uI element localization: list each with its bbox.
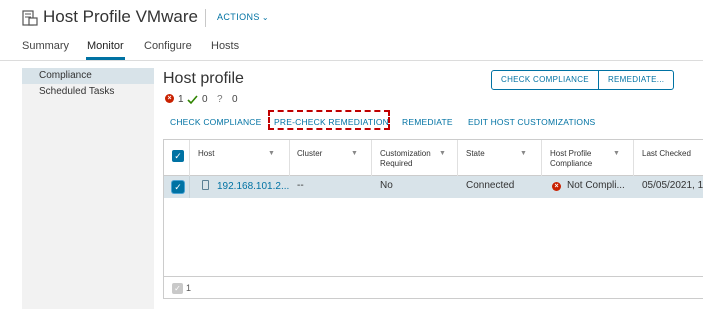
tab-divider	[0, 60, 703, 61]
filter-icon[interactable]: ▼	[268, 150, 275, 157]
column-header-last-checked[interactable]: Last Checked	[642, 140, 703, 176]
selection-checkbox-icon: ✓	[172, 283, 183, 294]
selection-count: 1	[186, 283, 192, 293]
table-row[interactable]: ✓ 192.168.101.2... -- No Connected × Not …	[164, 176, 703, 198]
question-icon: ?	[217, 94, 223, 105]
error-icon: ×	[165, 94, 174, 103]
column-separator	[189, 176, 190, 198]
grid-footer: ✓ 1	[164, 276, 703, 300]
remediate-link[interactable]: REMEDIATE	[402, 117, 453, 127]
column-separator	[457, 140, 458, 176]
column-label: State	[466, 149, 485, 158]
filter-icon[interactable]: ▼	[520, 150, 527, 157]
column-label: Host	[198, 149, 215, 158]
column-header-host-profile-compliance[interactable]: Host Profile Compliance ▼	[550, 140, 630, 176]
filter-icon[interactable]: ▼	[613, 150, 620, 157]
column-separator	[541, 140, 542, 176]
state-cell: Connected	[466, 180, 515, 191]
host-link[interactable]: 192.168.101.2...	[217, 181, 289, 192]
grid-header: ✓ Host ▼ Cluster ▼ Customization Require…	[164, 140, 703, 176]
column-header-cluster[interactable]: Cluster ▼	[297, 140, 367, 176]
check-compliance-link[interactable]: CHECK COMPLIANCE	[170, 117, 262, 127]
column-header-host[interactable]: Host ▼	[198, 140, 288, 176]
check-icon	[187, 95, 198, 105]
edit-host-customizations-link[interactable]: EDIT HOST CUSTOMIZATIONS	[468, 117, 595, 127]
column-label: Cluster	[297, 149, 323, 158]
select-all-checkbox[interactable]: ✓	[172, 150, 184, 162]
cluster-cell: --	[297, 180, 304, 191]
sidebar-item-compliance[interactable]: Compliance	[22, 68, 154, 84]
column-label: Host Profile Compliance	[550, 149, 593, 168]
page-title: Host Profile VMware	[43, 7, 198, 26]
host-icon	[202, 180, 209, 190]
actions-label: ACTIONS	[217, 12, 260, 22]
title-divider	[205, 9, 206, 27]
column-separator	[633, 140, 634, 176]
sidebar: Compliance Scheduled Tasks	[22, 68, 154, 309]
unknown-count: 0	[232, 94, 238, 105]
filter-icon[interactable]: ▼	[351, 150, 358, 157]
tab-configure[interactable]: Configure	[144, 40, 192, 52]
column-header-customization-required[interactable]: Customization Required ▼	[380, 140, 454, 176]
check-compliance-button[interactable]: CHECK COMPLIANCE	[492, 71, 598, 89]
tab-monitor[interactable]: Monitor	[87, 40, 124, 52]
top-button-group: CHECK COMPLIANCE REMEDIATE...	[491, 70, 675, 90]
last-checked-cell: 05/05/2021, 1	[642, 180, 703, 191]
chevron-down-icon: ⌄	[261, 13, 269, 22]
column-label: Customization Required	[380, 149, 431, 168]
compliant-count: 0	[202, 94, 208, 105]
hosts-datagrid: ✓ Host ▼ Cluster ▼ Customization Require…	[163, 139, 703, 299]
error-icon: ×	[552, 182, 561, 191]
column-separator	[189, 140, 190, 176]
tab-summary[interactable]: Summary	[22, 40, 69, 52]
noncompliant-count: 1	[178, 94, 184, 105]
remediate-button[interactable]: REMEDIATE...	[597, 71, 673, 89]
sidebar-item-scheduled-tasks[interactable]: Scheduled Tasks	[22, 84, 154, 100]
section-title: Host profile	[163, 70, 244, 87]
column-separator	[371, 140, 372, 176]
host-profile-icon	[22, 10, 38, 26]
host-cell[interactable]: 192.168.101.2...	[202, 180, 289, 192]
compliance-text: Not Compli...	[567, 180, 625, 191]
page-header: Host Profile VMware ACTIONS ⌄	[0, 0, 703, 36]
compliance-cell: × Not Compli...	[552, 180, 625, 191]
actions-menu-button[interactable]: ACTIONS ⌄	[217, 12, 269, 22]
column-separator	[289, 140, 290, 176]
filter-icon[interactable]: ▼	[439, 150, 446, 157]
highlight-annotation	[268, 110, 390, 130]
row-checkbox[interactable]: ✓	[172, 181, 184, 193]
column-label: Last Checked	[642, 149, 691, 158]
tab-hosts[interactable]: Hosts	[211, 40, 239, 52]
customization-required-cell: No	[380, 180, 393, 191]
column-header-state[interactable]: State ▼	[466, 140, 541, 176]
